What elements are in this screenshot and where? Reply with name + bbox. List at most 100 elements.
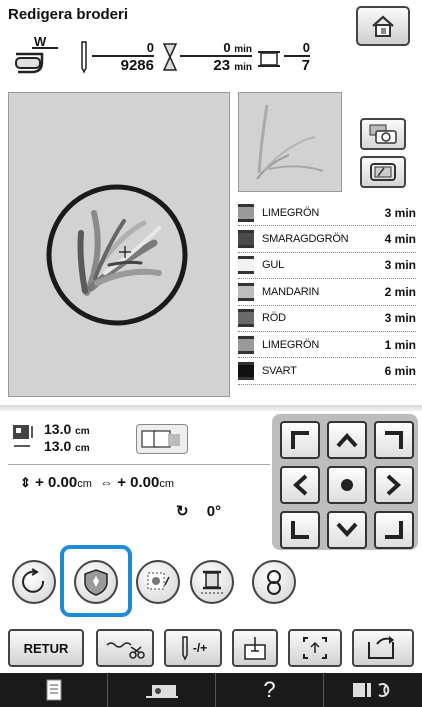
- panel-divider: [0, 405, 422, 411]
- color-time: 2 min: [384, 284, 416, 299]
- thread-color-list: LIMEGRÖN 3 min SMARAGDGRÖN 4 min GUL 3 m…: [238, 200, 416, 385]
- settings-icon: [353, 683, 390, 697]
- move-down-button[interactable]: [327, 511, 367, 549]
- return-label: RETUR: [23, 640, 69, 656]
- color-time: 3 min: [384, 311, 416, 326]
- color-current: 0: [284, 40, 310, 57]
- border-icon: [84, 569, 108, 596]
- color-time: 1 min: [384, 337, 416, 352]
- thread-spool-icon: [238, 203, 254, 222]
- frame-view-icon: [370, 163, 396, 181]
- home-button[interactable]: [356, 6, 410, 46]
- return-button[interactable]: RETUR: [8, 629, 84, 667]
- center-button[interactable]: [327, 466, 367, 504]
- footer-bar: ?: [0, 673, 422, 707]
- density-adjust-label: -/+: [192, 641, 208, 655]
- list-item[interactable]: RÖD 3 min: [238, 306, 416, 332]
- time-current: 0: [223, 40, 231, 55]
- offset-unit: cm: [77, 478, 92, 490]
- density-icon: [147, 572, 170, 590]
- camera-button[interactable]: [360, 118, 406, 150]
- start-point-button[interactable]: [232, 629, 278, 667]
- offset-unit: cm: [159, 478, 175, 490]
- chevron-down-icon: [336, 522, 358, 537]
- design-thumbnail: [238, 92, 342, 192]
- thread-spool-icon: [238, 230, 254, 249]
- camera-footer-icon: [145, 685, 178, 698]
- start-point-icon: [244, 637, 266, 660]
- move-up-right-button[interactable]: [374, 421, 414, 459]
- thread-color-button[interactable]: [190, 560, 234, 604]
- page-icon: [46, 679, 61, 701]
- thread-spool-icon: [238, 256, 254, 275]
- size-unit: cm: [75, 443, 90, 454]
- move-down-left-button[interactable]: [280, 511, 320, 549]
- needle-icon: [182, 636, 188, 661]
- color-counter: 0 7: [284, 40, 310, 74]
- size-unit: cm: [75, 426, 90, 437]
- thread-needle-indicator: W: [12, 34, 72, 78]
- list-item[interactable]: GUL 3 min: [238, 253, 416, 280]
- help-button[interactable]: ?: [216, 673, 324, 707]
- chevron-up-icon: [336, 433, 358, 448]
- settings-button[interactable]: [324, 673, 422, 707]
- size-readout: 13.0 cm 13.0 cm: [44, 422, 90, 456]
- trial-frame-icon: [303, 637, 327, 659]
- trial-button[interactable]: [288, 629, 342, 667]
- page-button[interactable]: [0, 673, 108, 707]
- size-width: 13.0: [44, 438, 72, 454]
- center-dot-icon: [341, 479, 353, 491]
- list-item[interactable]: MANDARIN 2 min: [238, 279, 416, 306]
- time-unit-top: min: [234, 44, 252, 55]
- arrow-down-left-icon: [291, 521, 309, 539]
- thread-spool-icon: [238, 362, 254, 381]
- move-left-button[interactable]: [280, 466, 320, 504]
- color-total: 7: [301, 57, 310, 74]
- density-button[interactable]: [136, 560, 180, 604]
- rotate-button[interactable]: [12, 560, 56, 604]
- embroidery-preview-area[interactable]: [8, 92, 230, 397]
- position-arrow-pad: [272, 414, 418, 550]
- move-right-button[interactable]: [374, 466, 414, 504]
- time-counter: 0 min 23 min: [180, 40, 252, 74]
- time-unit-bottom: min: [234, 62, 252, 73]
- list-item[interactable]: LIMEGRÖN 3 min: [238, 200, 416, 227]
- list-item[interactable]: LIMEGRÖN 1 min: [238, 332, 416, 359]
- offset-horizontal: + 0.00: [117, 474, 160, 491]
- camera-icon: [369, 124, 397, 144]
- frame-size-icon: [141, 430, 180, 448]
- frame-view-button[interactable]: [360, 156, 406, 188]
- density-adjust-button[interactable]: -/+: [164, 629, 222, 667]
- offset-readout: ⇕ + 0.00cm ⇔ + 0.00cm: [20, 474, 174, 491]
- home-icon: [372, 15, 394, 37]
- color-name: LIMEGRÖN: [262, 338, 320, 351]
- color-time: 4 min: [384, 232, 416, 247]
- list-item[interactable]: SVART 6 min: [238, 358, 416, 385]
- thread-spool-icon: [238, 282, 254, 301]
- color-time: 3 min: [384, 258, 416, 273]
- camera-footer-button[interactable]: [108, 673, 216, 707]
- thread-spool-icon: [15, 47, 58, 74]
- frame-size-button[interactable]: [136, 424, 188, 454]
- color-name: SMARAGDGRÖN: [262, 233, 349, 246]
- needle-icon: [78, 40, 88, 74]
- move-down-right-button[interactable]: [374, 511, 414, 549]
- thread-color-icon: [201, 570, 223, 594]
- border-button[interactable]: [74, 560, 118, 604]
- thread-trim-button[interactable]: [96, 629, 154, 667]
- vertical-move-icon: ⇕: [20, 475, 31, 490]
- color-name: GUL: [262, 259, 285, 272]
- rotate-icon: [22, 568, 45, 593]
- arrow-down-right-icon: [385, 521, 403, 539]
- move-up-button[interactable]: [327, 421, 367, 459]
- offset-vertical: + 0.00: [35, 474, 78, 491]
- sequence-button[interactable]: [252, 560, 296, 604]
- info-divider: [8, 464, 270, 465]
- move-up-left-button[interactable]: [280, 421, 320, 459]
- memory-button[interactable]: [352, 629, 414, 667]
- stitch-current: 0: [92, 40, 154, 57]
- arrow-up-right-icon: [385, 431, 403, 449]
- list-item[interactable]: SMARAGDGRÖN 4 min: [238, 226, 416, 253]
- embroidery-design: [46, 184, 188, 326]
- thread-spool-icon: [238, 309, 254, 328]
